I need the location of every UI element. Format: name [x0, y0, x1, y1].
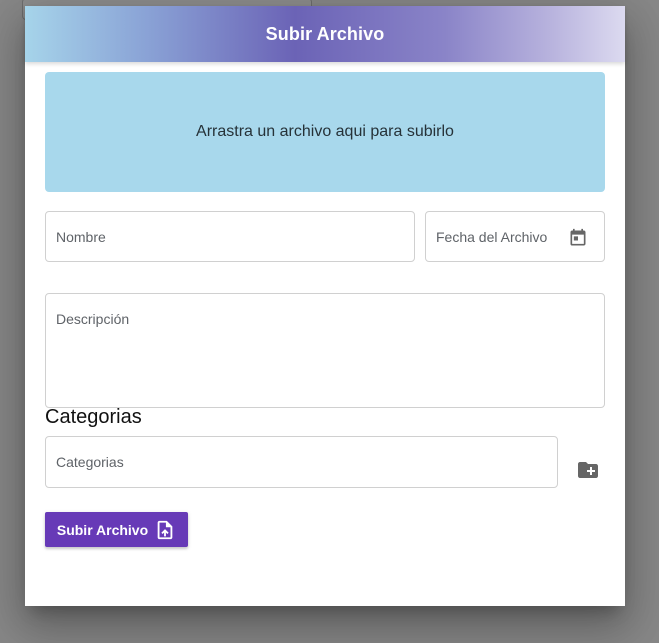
dialog-header: Subir Archivo: [25, 6, 625, 62]
upload-submit-button[interactable]: Subir Archivo: [45, 512, 188, 547]
description-field-label: Descripción: [56, 311, 130, 327]
file-dropzone[interactable]: Arrastra un archivo aqui para subirlo: [45, 72, 605, 192]
dropzone-text: Arrastra un archivo aqui para subirlo: [196, 123, 454, 140]
name-field-label: Nombre: [56, 229, 106, 245]
description-field[interactable]: Descripción: [45, 293, 605, 408]
categories-heading: Categorias: [45, 406, 142, 428]
date-field[interactable]: Fecha del Archivo: [425, 211, 605, 262]
dialog-title: Subir Archivo: [265, 23, 385, 44]
name-field[interactable]: Nombre: [45, 211, 415, 262]
categories-field[interactable]: Categorias: [45, 436, 558, 488]
upload-submit-label: Subir Archivo: [56, 521, 149, 538]
date-field-label: Fecha del Archivo: [436, 229, 548, 245]
folder-add-icon[interactable]: [576, 458, 600, 482]
upload-dialog: Subir Archivo Arrastra un archivo aqui p…: [25, 6, 625, 606]
file-upload-icon: [154, 519, 176, 541]
calendar-icon[interactable]: [568, 228, 588, 248]
categories-field-label: Categorias: [56, 454, 124, 470]
